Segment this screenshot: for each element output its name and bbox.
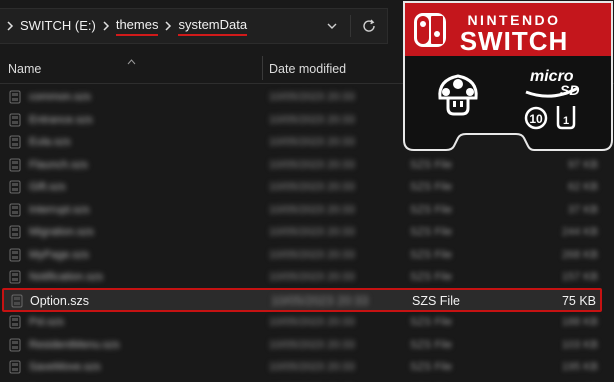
file-type: SZS File bbox=[412, 293, 460, 308]
table-row[interactable]: Set.szs10/05/2023 20:33SZS File59 KB bbox=[0, 379, 614, 382]
sort-up-icon bbox=[127, 54, 136, 65]
szs-file-icon bbox=[8, 225, 22, 239]
table-row[interactable]: MyPage.szs 10/05/2023 20:33 SZS File 268 KB bbox=[0, 244, 614, 266]
file-name: Flaunch.szs bbox=[29, 158, 88, 171]
file-date: 10/05/2023 20:33 bbox=[269, 226, 355, 238]
chevron-right-icon[interactable] bbox=[6, 21, 14, 31]
file-type: SZS File bbox=[410, 181, 453, 193]
file-date: 10/05/2023 20:33 bbox=[269, 361, 355, 373]
file-size: 37 KB bbox=[568, 203, 598, 216]
file-size: 244 KB bbox=[561, 226, 598, 238]
file-date: 10/05/2023 20:33 bbox=[269, 248, 355, 261]
file-size: 75 KB bbox=[561, 293, 596, 308]
szs-file-icon bbox=[8, 360, 22, 374]
file-date: 10/05/2023 20:33 bbox=[269, 203, 355, 216]
szs-file-icon bbox=[8, 135, 22, 149]
file-type: SZS File bbox=[410, 271, 453, 283]
file-date: 10/05/2023 20:33 bbox=[269, 158, 355, 171]
file-size: 195 KB bbox=[561, 361, 598, 373]
joycon-logo-icon bbox=[414, 13, 446, 47]
file-name: Gift.szs bbox=[29, 181, 66, 193]
file-type: SZS File bbox=[410, 226, 453, 238]
file-type: SZS File bbox=[410, 361, 453, 373]
file-date: 10/05/2023 20:33 bbox=[269, 113, 355, 126]
szs-file-icon bbox=[8, 315, 22, 329]
file-date: 10/05/2023 20:33 bbox=[269, 338, 355, 351]
table-row[interactable]: Interrupt.szs 10/05/2023 20:33 SZS File 37 … bbox=[0, 199, 614, 221]
file-size: 157 KB bbox=[561, 271, 598, 283]
file-name: Interrupt.szs bbox=[29, 203, 90, 216]
file-date: 10/05/2023 20:33 bbox=[269, 181, 355, 193]
file-type: SZS File bbox=[410, 203, 453, 216]
szs-file-icon bbox=[8, 270, 22, 284]
file-name: common.szs bbox=[29, 91, 91, 103]
file-type: SZS File bbox=[410, 158, 453, 171]
file-type: SZS File bbox=[410, 248, 453, 261]
table-row[interactable]: Migration.szs 10/05/2023 20:33 SZS File 244… bbox=[0, 221, 614, 243]
file-name: SaveMove.szs bbox=[29, 361, 101, 373]
card-speed-class: 10 bbox=[529, 112, 543, 126]
file-date: 10/05/2023 20:33 bbox=[269, 136, 355, 148]
file-date: 10/05/2023 20:33 bbox=[269, 271, 355, 283]
file-date: 10/05/2023 20:33 bbox=[271, 293, 369, 308]
file-name: Eula.szs bbox=[29, 136, 71, 148]
file-date: 10/05/2023 20:33 bbox=[269, 316, 355, 328]
file-size: 62 KB bbox=[568, 181, 598, 193]
table-row[interactable]: Gift.szs 10/05/2023 20:33 SZS File 62 KB bbox=[0, 176, 614, 198]
file-name: Entrance.szs bbox=[29, 113, 93, 126]
chevron-down-icon[interactable] bbox=[325, 19, 339, 33]
chevron-right-icon[interactable] bbox=[164, 21, 172, 31]
breadcrumb-themes[interactable]: themes bbox=[115, 17, 159, 36]
szs-file-icon bbox=[8, 338, 22, 352]
file-size: 97 KB bbox=[568, 158, 598, 171]
card-brand-line2: SWITCH bbox=[460, 26, 569, 56]
column-divider[interactable] bbox=[262, 56, 263, 80]
file-name: Psl.szs bbox=[29, 316, 64, 328]
file-type: SZS File bbox=[410, 338, 453, 351]
file-date: 10/05/2023 20:33 bbox=[269, 91, 355, 103]
table-row[interactable]: Notification.szs 10/05/2023 20:33 SZS File… bbox=[0, 266, 614, 288]
file-type: SZS File bbox=[410, 316, 453, 328]
chevron-right-icon[interactable] bbox=[102, 21, 110, 31]
szs-file-icon bbox=[8, 90, 22, 104]
address-bar[interactable]: SWITCH (E:) themes systemData bbox=[0, 8, 388, 44]
column-date-modified[interactable]: Date modified bbox=[269, 62, 346, 76]
szs-file-icon bbox=[8, 180, 22, 194]
breadcrumb-drive[interactable]: SWITCH (E:) bbox=[20, 18, 96, 35]
file-name: Notification.szs bbox=[29, 271, 103, 283]
szs-file-icon bbox=[8, 248, 22, 262]
szs-file-icon bbox=[10, 294, 24, 308]
file-size: 103 KB bbox=[561, 338, 598, 351]
table-row[interactable]: Flaunch.szs 10/05/2023 20:33 SZS File 97 KB bbox=[0, 154, 614, 176]
file-size: 188 KB bbox=[561, 316, 598, 328]
table-row[interactable]: Psl.szs 10/05/2023 20:33 SZS File 188 KB bbox=[0, 311, 614, 333]
card-uhs-class: 1 bbox=[563, 115, 569, 127]
column-name[interactable]: Name bbox=[8, 62, 41, 76]
file-name: Option.szs bbox=[30, 293, 90, 308]
file-name: MyPage.szs bbox=[29, 248, 89, 261]
file-name: ResidentMenu.szs bbox=[29, 338, 120, 351]
file-name: Migration.szs bbox=[29, 226, 94, 238]
address-divider bbox=[350, 15, 351, 37]
szs-file-icon bbox=[8, 113, 22, 127]
szs-file-icon bbox=[8, 158, 22, 172]
file-size: 268 KB bbox=[561, 248, 598, 261]
szs-file-icon bbox=[8, 203, 22, 217]
refresh-icon[interactable] bbox=[361, 18, 377, 34]
table-row[interactable]: ResidentMenu.szs 10/05/2023 20:33 SZS File… bbox=[0, 334, 614, 356]
breadcrumb-systemdata[interactable]: systemData bbox=[178, 17, 248, 36]
nintendo-switch-sd-card: NINTENDO SWITCH micro SD 10 1 bbox=[402, 0, 614, 152]
table-row-selected[interactable]: Option.szs 10/05/2023 20:33 SZS File 75 KB bbox=[2, 287, 602, 312]
table-row[interactable]: SaveMove.szs 10/05/2023 20:33 SZS File 195 … bbox=[0, 356, 614, 378]
